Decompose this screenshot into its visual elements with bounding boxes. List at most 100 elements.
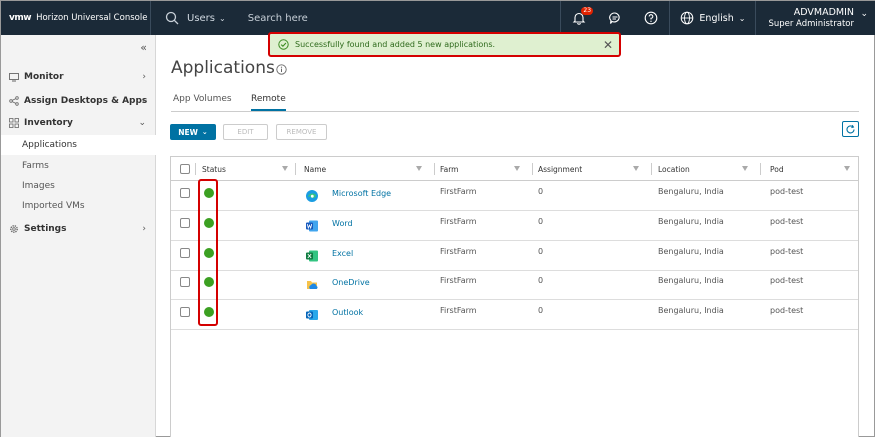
user-role: Super Administrator <box>768 18 854 29</box>
assignment-cell: 0 <box>538 276 544 285</box>
table-row[interactable]: Outlook FirstFarm 0 Bengaluru, India pod… <box>171 300 858 330</box>
sidebar-item-label: Assign Desktops & Apps <box>24 96 148 106</box>
notifications-button[interactable]: 23 <box>561 1 597 35</box>
app-name-link[interactable]: Word <box>332 219 353 228</box>
divider <box>760 163 761 175</box>
table-row[interactable]: OneDrive FirstFarm 0 Bengaluru, India po… <box>171 270 858 300</box>
app-name-link[interactable]: Outlook <box>332 308 363 317</box>
gear-icon <box>10 225 18 233</box>
chevron-down-icon: ⌄ <box>138 118 146 128</box>
close-icon[interactable]: ✕ <box>603 38 613 52</box>
help-icon <box>645 11 658 25</box>
page-title: Applications <box>171 58 275 78</box>
refresh-button[interactable] <box>842 121 859 137</box>
sidebar-item-assign[interactable]: Assign Desktops & Apps › <box>1 91 156 111</box>
farm-cell: FirstFarm <box>440 187 477 196</box>
farm-cell: FirstFarm <box>440 247 477 256</box>
assignment-cell: 0 <box>538 217 544 226</box>
sidebar-item-images[interactable]: Images <box>1 176 156 196</box>
sidebar-item-monitor[interactable]: Monitor › <box>1 67 156 87</box>
farm-cell: FirstFarm <box>440 276 477 285</box>
pod-cell: pod-test <box>770 217 804 226</box>
collapse-sidebar-icon[interactable]: « <box>140 41 147 54</box>
pod-cell: pod-test <box>770 306 804 315</box>
sidebar-item-applications[interactable]: Applications <box>1 135 156 155</box>
sidebar-item-imported-vms[interactable]: Imported VMs <box>1 196 156 216</box>
table-row[interactable]: Excel FirstFarm 0 Bengaluru, India pod-t… <box>171 241 858 271</box>
top-header: vmw Horizon Universal Console Users ⌄ 23… <box>1 1 875 35</box>
monitor-icon <box>9 73 19 82</box>
remove-button[interactable]: REMOVE <box>276 124 327 140</box>
table-row[interactable]: Word FirstFarm 0 Bengaluru, India pod-te… <box>171 211 858 241</box>
chevron-down-icon[interactable]: ⌄ <box>219 14 226 23</box>
column-header-status[interactable]: Status <box>196 157 226 181</box>
row-checkbox[interactable] <box>180 188 190 198</box>
select-all-checkbox[interactable] <box>180 164 190 174</box>
pod-cell: pod-test <box>770 187 804 196</box>
tab-remote[interactable]: Remote <box>251 94 286 111</box>
row-checkbox[interactable] <box>180 277 190 287</box>
app-name-link[interactable]: Microsoft Edge <box>332 189 391 198</box>
app-name-link[interactable]: Excel <box>332 249 353 258</box>
user-name: ADVMADMIN <box>793 6 854 18</box>
user-menu[interactable]: ADVMADMIN Super Administrator ⌄ <box>756 1 875 35</box>
filter-icon[interactable] <box>514 166 520 171</box>
sidebar-item-settings[interactable]: Settings › <box>1 219 156 239</box>
edit-button[interactable]: EDIT <box>223 124 268 140</box>
language-select[interactable]: English ⌄ <box>670 1 755 35</box>
language-label: English <box>699 12 734 24</box>
vmware-logo: vmw <box>9 13 32 23</box>
sidebar-item-farms[interactable]: Farms <box>1 156 156 176</box>
divider <box>295 163 296 175</box>
app-name-link[interactable]: OneDrive <box>332 278 370 287</box>
toast-message: Successfully found and added 5 new appli… <box>295 40 496 49</box>
check-circle-icon <box>278 39 289 50</box>
help-button[interactable] <box>633 1 669 35</box>
sidebar-item-inventory[interactable]: Inventory ⌄ <box>1 113 156 133</box>
chat-button[interactable] <box>597 1 633 35</box>
location-cell: Bengaluru, India <box>658 276 724 285</box>
brand[interactable]: vmw Horizon Universal Console <box>1 1 151 35</box>
filter-icon[interactable] <box>844 166 850 171</box>
farm-cell: FirstFarm <box>440 217 477 226</box>
sidebar: « Monitor › Assign Desktops & Apps › Inv… <box>1 35 156 437</box>
column-header-pod[interactable]: Pod <box>764 157 784 181</box>
filter-icon[interactable] <box>742 166 748 171</box>
new-button[interactable]: NEW ⌄ <box>170 124 216 140</box>
assignment-cell: 0 <box>538 247 544 256</box>
global-search: Users ⌄ <box>151 1 538 35</box>
row-checkbox[interactable] <box>180 307 190 317</box>
word-icon <box>306 220 318 232</box>
tab-app-volumes[interactable]: App Volumes <box>173 94 232 111</box>
grid-header: Status Name Farm Assignment Location Pod <box>171 157 858 181</box>
filter-icon[interactable] <box>633 166 639 171</box>
header-actions: 23 English ⌄ ADVMADMIN Super Administrat… <box>560 1 875 35</box>
applications-grid: Status Name Farm Assignment Location Pod… <box>170 156 859 437</box>
search-input[interactable] <box>247 12 538 24</box>
table-row[interactable]: Microsoft Edge FirstFarm 0 Bengaluru, In… <box>171 181 858 211</box>
location-cell: Bengaluru, India <box>658 247 724 256</box>
success-toast: Successfully found and added 5 new appli… <box>268 32 621 57</box>
column-header-assignment[interactable]: Assignment <box>532 157 582 181</box>
column-header-location[interactable]: Location <box>652 157 690 181</box>
search-scope-select[interactable]: Users <box>187 13 215 24</box>
info-icon[interactable] <box>276 64 287 75</box>
chevron-right-icon: › <box>142 72 146 82</box>
new-button-label: NEW <box>178 127 198 137</box>
chevron-down-icon: ⌄ <box>738 13 746 23</box>
assignment-cell: 0 <box>538 306 544 315</box>
row-checkbox[interactable] <box>180 218 190 228</box>
refresh-icon <box>846 124 855 133</box>
row-checkbox[interactable] <box>180 248 190 258</box>
notification-badge: 23 <box>581 7 594 15</box>
column-header-name[interactable]: Name <box>298 157 326 181</box>
filter-icon[interactable] <box>416 166 422 171</box>
chevron-right-icon: › <box>142 224 146 234</box>
location-cell: Bengaluru, India <box>658 217 724 226</box>
chevron-down-icon: ⌄ <box>201 128 208 136</box>
location-cell: Bengaluru, India <box>658 187 724 196</box>
chat-icon <box>609 12 621 24</box>
search-icon[interactable] <box>165 11 179 25</box>
filter-icon[interactable] <box>282 166 288 171</box>
column-header-farm[interactable]: Farm <box>434 157 458 181</box>
